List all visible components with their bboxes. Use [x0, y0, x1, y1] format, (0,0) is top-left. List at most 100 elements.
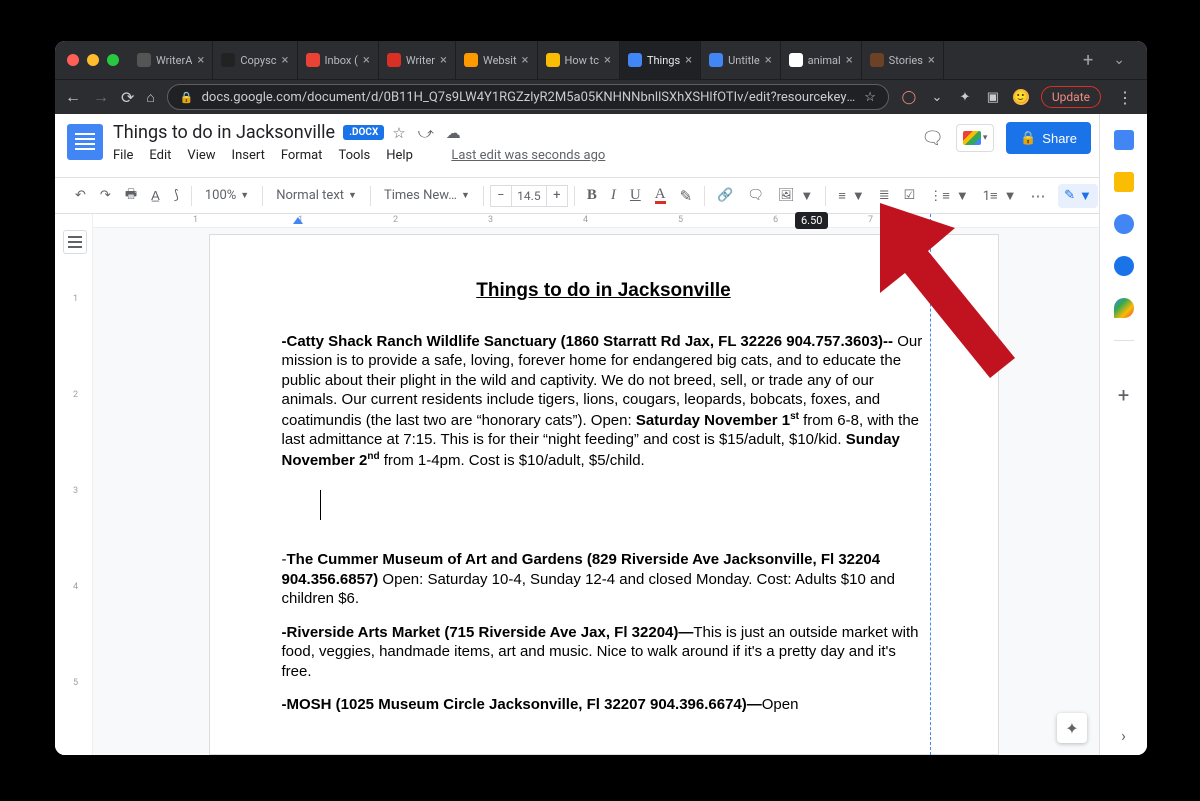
url-input[interactable]: 🔒 docs.google.com/document/d/0B11H_Q7s9L… — [167, 84, 889, 110]
paint-format-button[interactable]: ⟆ — [168, 184, 185, 207]
comment-history-icon[interactable]: 🗨 — [921, 128, 944, 149]
style-select[interactable]: Normal text▼ — [269, 184, 364, 207]
last-edit-link[interactable]: Last edit was seconds ago — [451, 148, 605, 163]
window-close[interactable] — [67, 54, 79, 66]
profile-icon[interactable]: 🙂 — [1013, 89, 1029, 105]
undo-button[interactable]: ↶ — [69, 184, 92, 207]
meet-button[interactable]: ▾ — [956, 124, 994, 152]
close-tab-icon[interactable]: × — [928, 53, 935, 68]
tab-overflow-button[interactable]: ⌄ — [1103, 52, 1135, 68]
tab-label: Stories — [889, 54, 923, 67]
browser-tab[interactable]: WriterA× — [129, 41, 213, 79]
favicon — [137, 53, 151, 67]
menu-insert[interactable]: Insert — [232, 148, 265, 163]
window-zoom[interactable] — [107, 54, 119, 66]
text-color-button[interactable]: A — [649, 183, 672, 208]
calendar-app-icon[interactable] — [1114, 130, 1134, 150]
favicon — [221, 53, 235, 67]
editing-mode-button[interactable]: ✎▼ — [1058, 184, 1098, 208]
maps-app-icon[interactable] — [1114, 298, 1134, 318]
font-size-increase[interactable]: + — [546, 185, 568, 207]
browser-tab[interactable]: Inbox (× — [298, 41, 379, 79]
cloud-status-icon: ☁ — [446, 124, 461, 142]
checklist-button[interactable]: ☑ — [898, 184, 922, 207]
browser-tab[interactable]: Stories × — [862, 41, 944, 79]
cast-icon[interactable]: ▣ — [985, 89, 1001, 105]
browser-tab[interactable]: Websit× — [456, 41, 538, 79]
underline-button[interactable]: U — [624, 183, 647, 208]
bold-button[interactable]: B — [581, 183, 603, 208]
menu-tools[interactable]: Tools — [338, 148, 370, 163]
new-tab-button[interactable]: + — [1073, 50, 1103, 71]
menu-file[interactable]: File — [113, 148, 133, 163]
align-button[interactable]: ≡▼ — [832, 184, 870, 208]
docs-logo[interactable] — [67, 124, 103, 160]
doc-title[interactable]: Things to do in Jacksonville — [113, 122, 335, 143]
reader-icon[interactable]: ◯ — [901, 89, 917, 105]
window-minimize[interactable] — [87, 54, 99, 66]
close-tab-icon[interactable]: × — [440, 53, 447, 68]
star-icon[interactable]: ☆ — [864, 90, 876, 105]
line-spacing-button[interactable]: ≣ — [873, 184, 896, 207]
update-button[interactable]: Update — [1041, 86, 1101, 108]
close-tab-icon[interactable]: × — [604, 53, 611, 68]
tab-label: animal — [808, 54, 841, 67]
tasks-app-icon[interactable] — [1114, 214, 1134, 234]
menu-format[interactable]: Format — [281, 148, 323, 163]
share-button[interactable]: 🔒Share — [1006, 122, 1091, 154]
left-indent-marker[interactable] — [293, 217, 303, 224]
text-cursor — [320, 490, 321, 520]
page[interactable]: Things to do in Jacksonville -Catty Shac… — [209, 234, 999, 755]
reload-button[interactable]: ⟳ — [121, 88, 134, 107]
close-tab-icon[interactable]: × — [846, 53, 853, 68]
close-tab-icon[interactable]: × — [522, 53, 529, 68]
browser-tab[interactable]: Untitle × — [701, 41, 781, 79]
close-tab-icon[interactable]: × — [685, 53, 692, 68]
horizontal-ruler[interactable]: 1 1 2 3 4 5 6 7 6.50 — [93, 214, 1114, 228]
explore-button[interactable]: ✦ — [1057, 713, 1087, 743]
pocket-icon[interactable]: ⌄ — [929, 89, 945, 105]
italic-button[interactable]: I — [605, 183, 622, 208]
collapse-side-panel[interactable]: › — [1121, 726, 1126, 745]
menu-view[interactable]: View — [187, 148, 215, 163]
forward-button[interactable]: → — [93, 87, 109, 107]
close-tab-icon[interactable]: × — [282, 53, 289, 68]
redo-button[interactable]: ↷ — [94, 184, 117, 207]
browser-tab[interactable]: Things× — [620, 41, 701, 79]
browser-menu[interactable]: ⋮ — [1113, 88, 1137, 107]
close-tab-icon[interactable]: × — [197, 53, 204, 68]
print-button[interactable]: 🖶 — [119, 181, 143, 211]
close-tab-icon[interactable]: × — [363, 53, 370, 68]
outline-toggle[interactable] — [63, 230, 87, 254]
tab-label: Writer — [406, 54, 435, 67]
close-tab-icon[interactable]: × — [765, 53, 772, 68]
back-button[interactable]: ← — [65, 87, 81, 107]
keep-app-icon[interactable] — [1114, 172, 1134, 192]
add-on-button[interactable]: + — [1118, 383, 1129, 407]
highlight-button[interactable]: ✎ — [674, 183, 699, 209]
spellcheck-button[interactable]: A̲ — [145, 184, 166, 208]
menu-help[interactable]: Help — [386, 148, 413, 163]
font-size-decrease[interactable]: − — [490, 185, 512, 207]
browser-tab[interactable]: Copysc× — [213, 41, 297, 79]
star-doc-icon[interactable]: ☆ — [392, 124, 405, 142]
contacts-app-icon[interactable] — [1114, 256, 1134, 276]
insert-link-button[interactable]: 🔗 — [711, 184, 739, 207]
bullet-list-button[interactable]: ⋮≡▼ — [923, 184, 974, 208]
home-button[interactable]: ⌂ — [146, 89, 154, 106]
insert-image-button[interactable]: 🖼▼ — [772, 184, 819, 208]
browser-tab[interactable]: animal × — [781, 41, 862, 79]
address-bar: ← → ⟳ ⌂ 🔒 docs.google.com/document/d/0B1… — [55, 79, 1147, 114]
font-select[interactable]: Times New…▼ — [377, 184, 477, 207]
add-comment-button[interactable]: 🗨 — [741, 184, 770, 207]
browser-tab[interactable]: Writer × — [379, 41, 456, 79]
tab-label: Untitle — [728, 54, 760, 67]
menu-edit[interactable]: Edit — [149, 148, 171, 163]
font-size-value[interactable]: 14.5 — [512, 185, 546, 207]
zoom-select[interactable]: 100%▼ — [198, 184, 256, 207]
numbered-list-button[interactable]: 1≡▼ — [977, 184, 1023, 208]
extensions-icon[interactable]: ✦ — [957, 89, 973, 105]
browser-tab[interactable]: How tc× — [538, 41, 620, 79]
move-doc-icon[interactable]: ⤻ — [418, 124, 434, 142]
more-button[interactable]: ⋯ — [1025, 183, 1054, 209]
